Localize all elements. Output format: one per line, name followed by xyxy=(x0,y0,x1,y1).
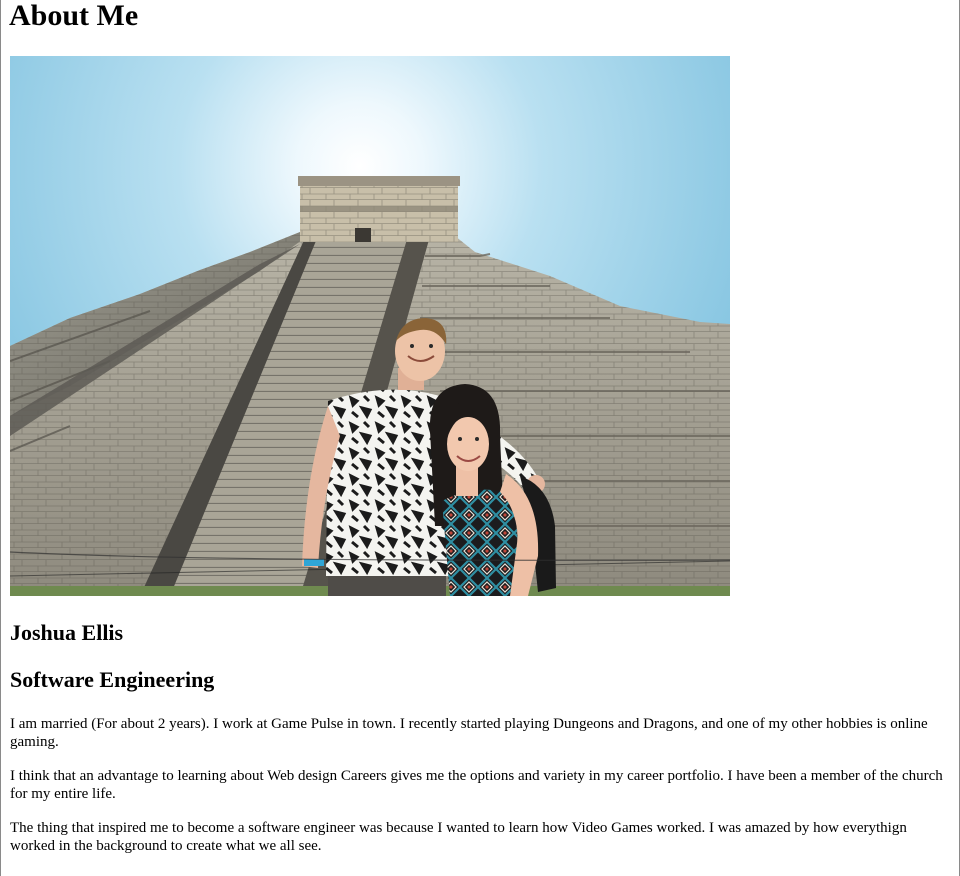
bio-paragraph-career: I think that an advantage to learning ab… xyxy=(10,768,943,802)
profile-photo xyxy=(10,56,730,596)
bio-paragraph-inspiration: The thing that inspired me to become a s… xyxy=(10,820,907,854)
profile-name: Joshua Ellis xyxy=(10,620,124,645)
profile-field: Software Engineering xyxy=(10,667,215,692)
bio-paragraph-personal: I am married (For about 2 years). I work… xyxy=(10,716,928,750)
page-container: About Me Joshua Ellis Software Engineeri… xyxy=(0,0,960,876)
page-title: About Me xyxy=(9,0,139,32)
